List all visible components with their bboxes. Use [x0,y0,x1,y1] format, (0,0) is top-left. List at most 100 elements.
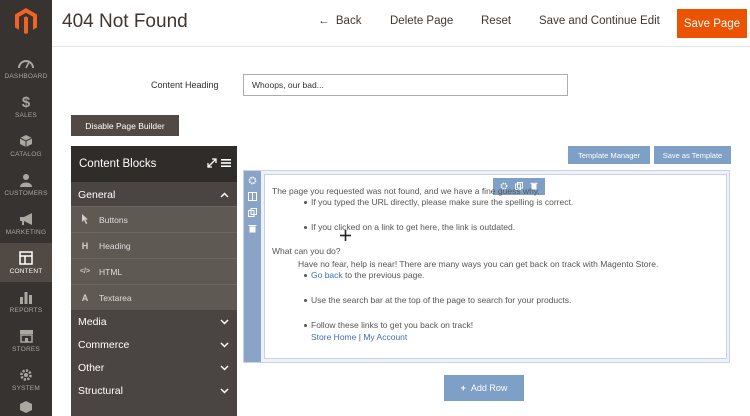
add-row-label: Add Row [470,383,508,393]
columns-icon[interactable] [248,192,257,201]
page-title: 404 Not Found [62,11,188,32]
search-hint-text: Use the search bar at the top of the pag… [311,295,572,305]
nav-item-reports[interactable]: REPORTS [0,282,52,321]
block-item-heading[interactable]: H Heading [71,232,237,258]
cursor-icon [79,213,91,226]
magento-logo[interactable] [0,0,52,42]
add-row-button[interactable]: + Add Row [444,375,524,401]
save-page-button[interactable]: Save Page [677,9,747,38]
block-item-label: HTML [99,266,123,277]
reset-button[interactable]: Reset [481,15,511,27]
nav-item-stores[interactable]: STORES [0,321,52,360]
back-label: Back [335,15,362,27]
chevron-down-icon [220,316,229,328]
block-item-label: Heading [99,240,131,251]
content-blocks-panel: Content Blocks General Buttons H Heading… [71,146,237,416]
my-account-link[interactable]: My Account [363,332,407,342]
nav-label: CATALOG [10,151,42,158]
link-separator: | [358,332,361,342]
gear-icon[interactable] [248,176,257,185]
expand-icon[interactable] [207,158,217,171]
header-divider [52,46,750,47]
duplicate-icon[interactable] [248,208,257,217]
plus-icon: + [460,383,466,393]
block-item-label: Textarea [99,292,132,303]
chevron-down-icon [220,339,229,351]
nav-item-customers[interactable]: CUSTOMERS [0,165,52,204]
nav-item-more[interactable] [0,399,52,416]
dashboard-icon [18,55,34,71]
block-item-html[interactable]: </> HTML [71,258,237,284]
bullet [304,201,307,204]
dollar-icon: $ [21,93,31,111]
heading-icon: H [81,240,89,251]
code-icon: </> [79,268,91,275]
bullet [304,324,307,327]
help-text: Have no fear, help is near! There are ma… [298,259,659,269]
group-label: Media [78,315,107,328]
nav-label: DASHBOARD [4,73,48,80]
group-media[interactable]: Media [71,310,237,333]
save-as-template-button[interactable]: Save as Template [654,146,731,164]
content-blocks-title: Content Blocks [79,158,157,170]
block-item-buttons[interactable]: Buttons [71,206,237,232]
nav-item-dashboard[interactable]: DASHBOARD [0,48,52,87]
nav-item-content[interactable]: CONTENT [0,243,52,282]
nav-label: SALES [15,112,37,119]
group-structural[interactable]: Structural [71,379,237,402]
chevron-down-icon [220,385,229,397]
template-manager-button[interactable]: Template Manager [568,146,650,164]
question-text: What can you do? [272,246,341,256]
save-and-continue-button[interactable]: Save and Continue Edit [539,15,660,27]
follow-text: Follow these links to get you back on tr… [311,320,474,330]
nav-label: CONTENT [9,268,43,275]
content-heading-input[interactable]: Whoops, our bad... [243,74,568,96]
group-label: General [78,188,116,201]
group-label: Other [78,361,105,374]
intro-text: The page you requested was not found, an… [272,186,540,196]
content-blocks-header: Content Blocks [71,146,237,182]
go-back-link[interactable]: Go back [311,270,343,280]
delete-page-button[interactable]: Delete Page [390,15,453,27]
nav-label: REPORTS [9,307,43,314]
chevron-up-icon [220,189,229,201]
box-icon [18,133,34,149]
page-builder-stage: The page you requested was not found, an… [243,170,730,363]
nav-label: STORES [12,346,40,353]
store-icon [18,328,34,344]
group-label: Commerce [78,338,130,351]
trash-icon[interactable] [248,224,257,233]
footer-links: Store Home | My Account [311,332,407,342]
nav-item-marketing[interactable]: MARKETING [0,204,52,243]
chevron-down-icon [220,362,229,374]
text-icon: A [81,292,89,303]
nav-label: SYSTEM [12,385,40,392]
arrow-left-icon: ← [318,15,336,27]
block-item-textarea[interactable]: A Textarea [71,284,237,310]
nav-label: CUSTOMERS [4,190,48,197]
row-toolbar [244,171,261,362]
bullet [304,226,307,229]
go-back-line: Go back to the previous page. [311,270,424,280]
layout-icon [18,250,34,266]
box-icon [18,399,34,414]
store-home-link[interactable]: Store Home [311,332,356,342]
bullet-text: If you typed the URL directly, please ma… [311,197,574,207]
go-back-rest: to the previous page. [345,270,425,280]
menu-icon[interactable] [221,158,231,171]
nav-item-system[interactable]: SYSTEM [0,360,52,399]
group-other[interactable]: Other [71,356,237,379]
bullet [304,299,307,302]
nav-label: MARKETING [5,229,47,236]
disable-page-builder-button[interactable]: Disable Page Builder [71,115,179,136]
gear-icon [18,367,34,383]
user-icon [18,172,34,188]
nav-item-sales[interactable]: $ SALES [0,87,52,126]
nav-item-catalog[interactable]: CATALOG [0,126,52,165]
group-commerce[interactable]: Commerce [71,333,237,356]
group-general[interactable]: General [71,183,237,206]
bullet [304,274,307,277]
admin-sidebar: DASHBOARD $ SALES CATALOG CUSTOMERS MARK… [0,0,52,416]
text-block[interactable]: The page you requested was not found, an… [264,174,727,359]
back-button[interactable]: ← Back [318,15,361,27]
